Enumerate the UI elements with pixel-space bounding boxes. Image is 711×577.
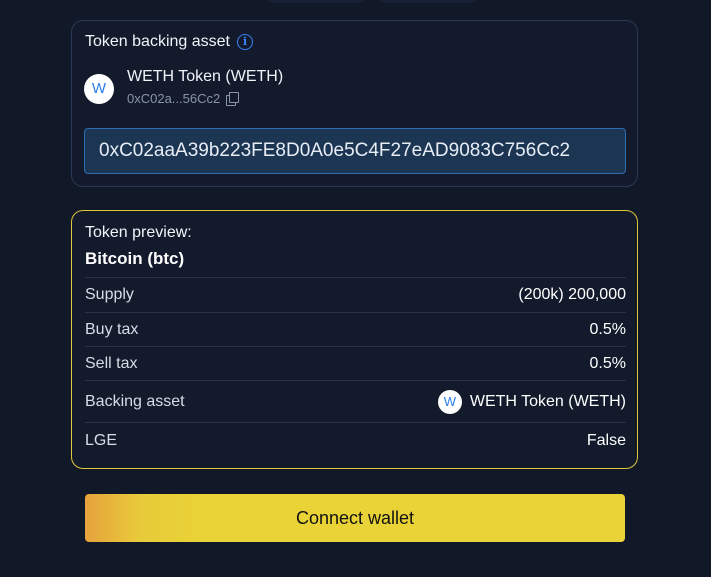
preview-row-buy-tax: Buy tax 0.5% bbox=[85, 312, 626, 346]
sell-tax-label: Sell tax bbox=[85, 354, 138, 372]
top-tab-edges bbox=[0, 0, 711, 4]
token-preview-name: Bitcoin (btc) bbox=[85, 249, 185, 268]
preview-row-sell-tax: Sell tax 0.5% bbox=[85, 346, 626, 380]
token-preview-rows: Supply (200k) 200,000 Buy tax 0.5% Sell … bbox=[85, 277, 626, 458]
backing-asset-heading: Token backing asset i bbox=[85, 33, 253, 51]
token-address-input[interactable] bbox=[84, 128, 626, 174]
connect-wallet-button[interactable]: Connect wallet bbox=[85, 494, 625, 542]
backing-asset-label: Backing asset bbox=[85, 392, 185, 410]
backing-asset-value-text: WETH Token (WETH) bbox=[469, 392, 626, 410]
weth-logo-icon: W bbox=[84, 74, 114, 104]
tab-edge-right bbox=[380, 0, 476, 3]
sell-tax-value: 0.5% bbox=[589, 354, 626, 372]
supply-value: (200k) 200,000 bbox=[518, 286, 626, 303]
preview-row-supply: Supply (200k) 200,000 bbox=[85, 277, 626, 312]
backing-asset-card: Token backing asset i W WETH Token (WETH… bbox=[71, 20, 638, 187]
tab-edge-left bbox=[268, 0, 364, 3]
preview-row-backing-asset: Backing asset W WETH Token (WETH) bbox=[85, 380, 626, 422]
copy-icon[interactable] bbox=[226, 92, 240, 106]
backing-asset-title: Token backing asset bbox=[85, 33, 230, 50]
preview-row-lge: LGE False bbox=[85, 422, 626, 458]
buy-tax-value: 0.5% bbox=[589, 320, 626, 338]
lge-label: LGE bbox=[85, 431, 118, 449]
token-name: WETH Token (WETH) bbox=[127, 68, 284, 85]
token-preview-label: Token preview: bbox=[85, 224, 192, 241]
info-icon[interactable]: i bbox=[236, 34, 253, 50]
supply-label: Supply bbox=[85, 286, 134, 303]
backing-asset-value: W WETH Token (WETH) bbox=[437, 389, 626, 414]
weth-mini-logo-icon: W bbox=[437, 389, 462, 414]
token-address-text: 0xC02a...56Cc2 bbox=[127, 91, 221, 106]
buy-tax-label: Buy tax bbox=[85, 320, 139, 338]
token-short-address: 0xC02a...56Cc2 bbox=[127, 91, 240, 106]
lge-value: False bbox=[586, 431, 626, 449]
token-preview-card: Token preview: Bitcoin (btc) Supply (200… bbox=[71, 210, 638, 469]
